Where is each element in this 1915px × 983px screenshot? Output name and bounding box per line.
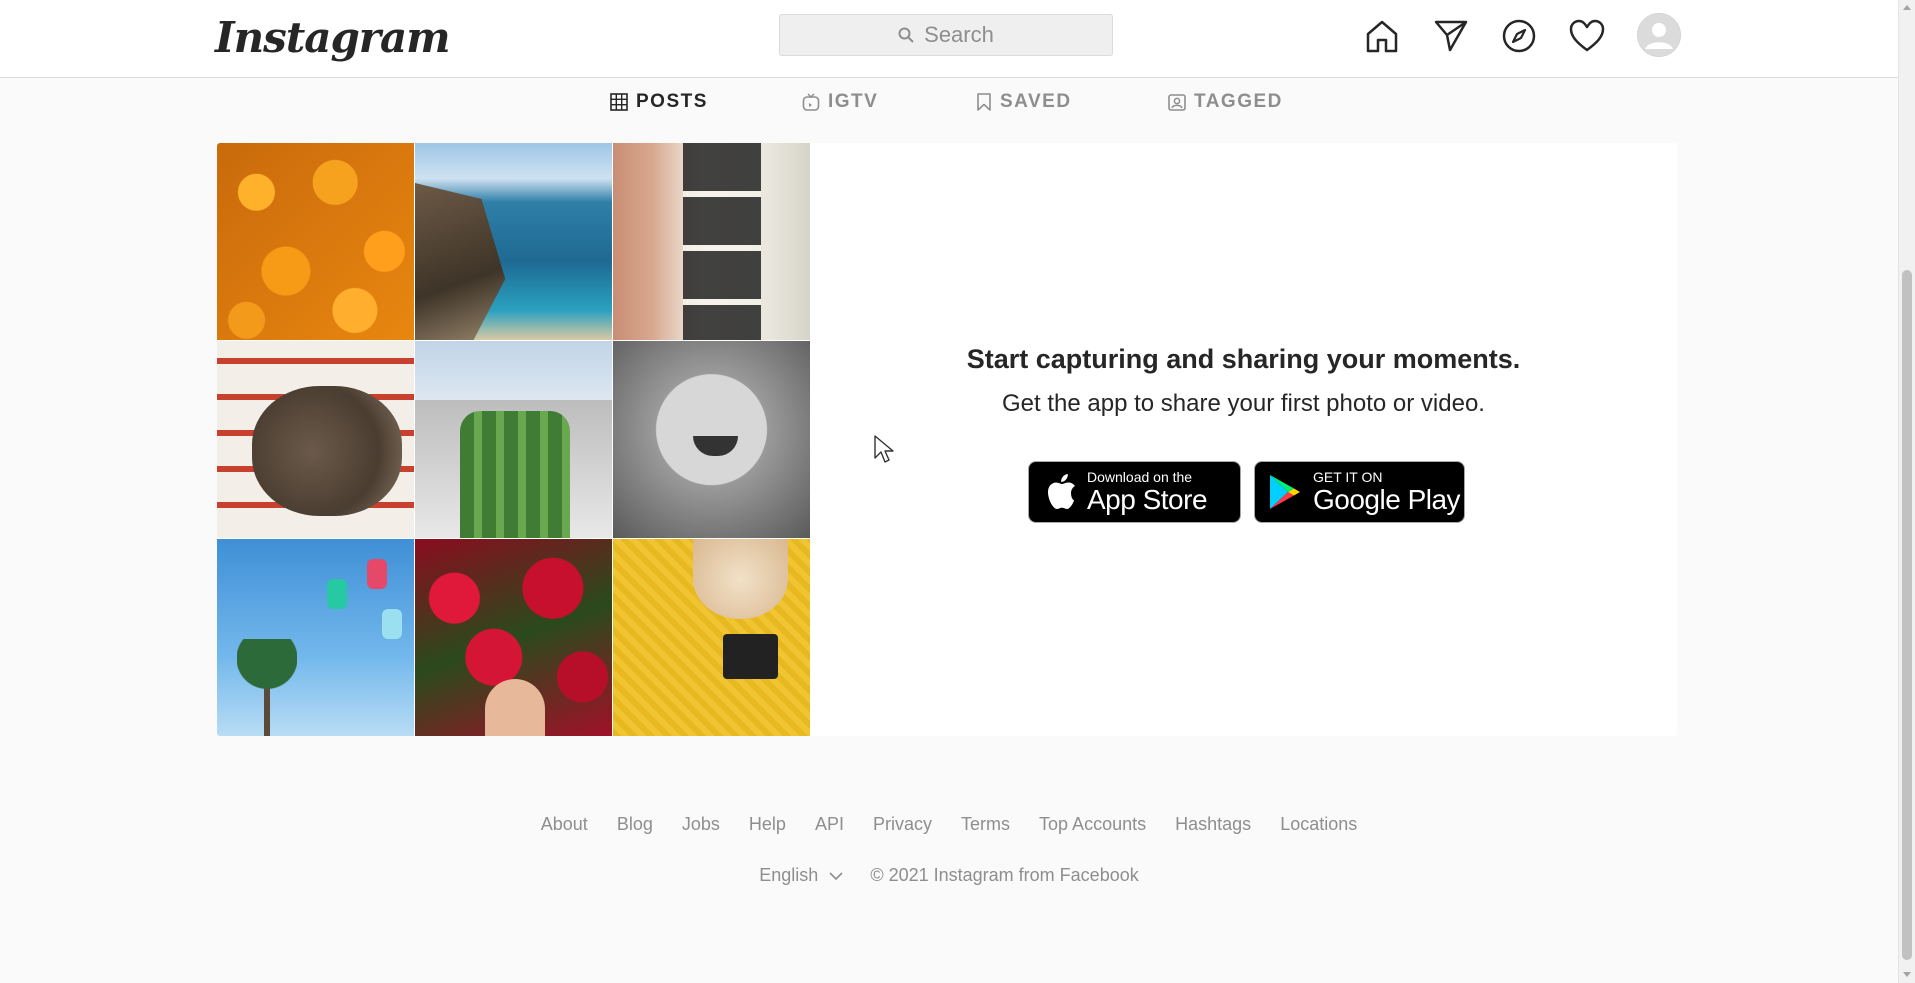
activity-heart-icon[interactable] [1567,16,1607,56]
page-scrollbar[interactable] [1898,0,1915,983]
igtv-icon [802,93,820,111]
sample-photo-cat [613,539,810,736]
grid-icon [610,93,628,111]
sample-photo-photobooth-strip [613,143,810,340]
tab-saved[interactable]: SAVED [976,80,1072,124]
tab-posts[interactable]: POSTS [610,80,708,124]
tagged-user-icon [1168,94,1186,111]
app-store-small-text: Download on the [1087,468,1193,485]
search-placeholder: Search [924,22,994,47]
promo-subtitle: Get the app to share your first photo or… [1002,390,1485,417]
scroll-up-arrow-icon[interactable] [1903,5,1911,10]
sample-photo-grid [217,143,810,736]
language-label: English [759,865,819,885]
footer-link-blog[interactable]: Blog [617,814,653,834]
app-store-button[interactable]: Download on the App Store [1028,461,1241,523]
sample-photo-oranges [217,143,414,340]
profile-avatar[interactable] [1637,13,1681,57]
bookmark-icon [977,93,991,111]
top-navigation-bar: Instagram Search [0,0,1898,78]
tab-tagged-label: TAGGED [1194,91,1283,112]
footer-bottom: English © 2021 Instagram from Facebook [0,865,1898,886]
sample-photo-coastline [415,143,612,340]
google-play-small-text: GET IT ON [1313,468,1383,485]
language-select[interactable]: English [759,865,848,885]
tab-saved-label: SAVED [1000,91,1072,112]
profile-tabs: POSTS IGTV SAVED TAGGED [0,80,1898,124]
footer-link-top-accounts[interactable]: Top Accounts [1039,814,1146,834]
explore-icon[interactable] [1499,16,1539,56]
google-play-button[interactable]: GET IT ON Google Play [1254,461,1465,523]
sample-photo-baby [613,341,810,538]
home-icon[interactable] [1362,16,1402,56]
footer-link-terms[interactable]: Terms [961,814,1010,834]
footer-links: About Blog Jobs Help API Privacy Terms T… [0,814,1898,835]
tab-igtv-label: IGTV [828,91,879,112]
sample-photo-flowers [415,539,612,736]
footer-link-locations[interactable]: Locations [1280,814,1357,834]
tab-tagged[interactable]: TAGGED [1168,80,1283,124]
promo-title: Start capturing and sharing your moments… [966,344,1521,374]
sample-photo-sky-ride [217,539,414,736]
tab-posts-label: POSTS [636,91,708,112]
scrollbar-thumb[interactable] [1902,270,1912,960]
empty-profile-promo-card: Start capturing and sharing your moments… [217,143,1677,736]
scroll-down-arrow-icon[interactable] [1903,972,1911,977]
copyright-text: © 2021 Instagram from Facebook [870,865,1139,885]
mouse-cursor-icon [874,435,894,463]
apple-icon [1048,474,1075,509]
app-store-big-text: App Store [1087,483,1208,515]
google-play-icon [1270,475,1300,509]
search-icon [898,27,914,43]
sample-photo-dog [217,341,414,538]
footer-link-help[interactable]: Help [749,814,786,834]
direct-message-icon[interactable] [1431,16,1471,56]
instagram-logo[interactable]: Instagram [215,10,451,66]
app-download-promo: Start capturing and sharing your moments… [810,143,1677,736]
sample-photo-cactus [415,341,612,538]
footer-link-about[interactable]: About [541,814,588,834]
search-input[interactable]: Search [779,14,1113,56]
tab-igtv[interactable]: IGTV [802,80,878,124]
footer-link-api[interactable]: API [815,814,844,834]
footer-link-privacy[interactable]: Privacy [873,814,932,834]
chevron-down-icon [829,872,843,881]
footer-link-jobs[interactable]: Jobs [682,814,720,834]
footer-link-hashtags[interactable]: Hashtags [1175,814,1251,834]
google-play-big-text: Google Play [1313,483,1461,515]
